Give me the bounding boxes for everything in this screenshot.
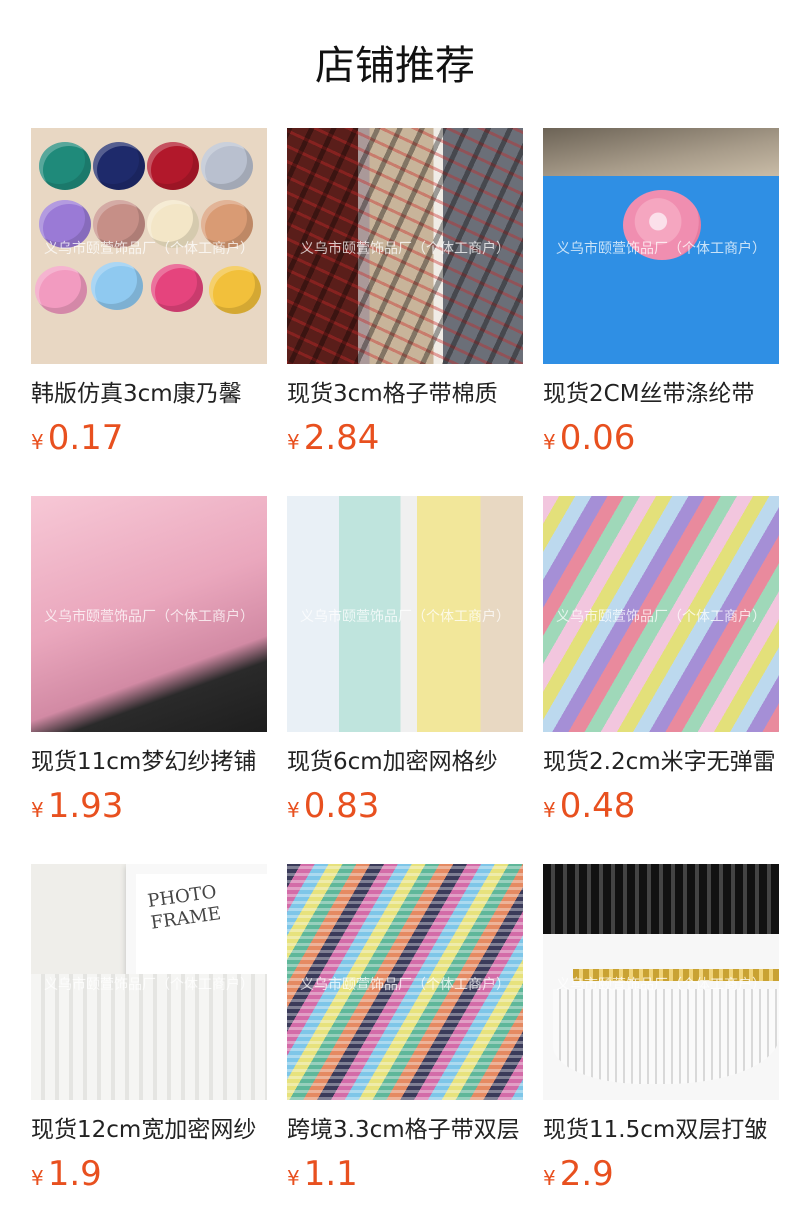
pink-ribbon-rose-image[interactable]: 义乌市颐萱饰品厂（个体工商户） [543,128,779,364]
product-card[interactable]: 义乌市颐萱饰品厂（个体工商户） 韩版仿真3cm康乃馨 ¥0.17 [31,128,267,496]
currency-symbol: ¥ [31,1166,44,1190]
gold-edge-lace-image[interactable]: 义乌市颐萱饰品厂（个体工商户） [543,864,779,1100]
product-price: ¥2.9 [543,1154,614,1194]
product-price: ¥2.84 [287,418,379,458]
currency-symbol: ¥ [543,1166,556,1190]
price-value: 0.83 [303,786,380,826]
ribbon-roses-image[interactable]: 义乌市颐萱饰品厂（个体工商户） [31,128,267,364]
price-value: 1.9 [47,1154,102,1194]
watermark-text: 义乌市颐萱饰品厂（个体工商户） [44,609,254,625]
watermark-text: 义乌市颐萱饰品厂（个体工商户） [556,977,766,993]
plaid-lace-trim-image[interactable]: 义乌市颐萱饰品厂（个体工商户） [287,128,523,364]
product-grid: 义乌市颐萱饰品厂（个体工商户） 韩版仿真3cm康乃馨 ¥0.17 义乌市颐萱饰品… [31,128,779,1208]
product-name[interactable]: 现货11.5cm双层打皱 [543,1114,779,1146]
section-title: 店铺推荐 [315,43,475,89]
pink-tulle-ruffle-image[interactable]: 义乌市颐萱饰品厂（个体工商户） [31,496,267,732]
product-name[interactable]: 现货2CM丝带涤纶带 [543,378,779,410]
product-name[interactable]: 韩版仿真3cm康乃馨 [31,378,267,410]
watermark-text: 义乌市颐萱饰品厂（个体工商户） [300,609,510,625]
product-name[interactable]: 现货3cm格子带棉质 [287,378,523,410]
mesh-tulle-trim-image[interactable]: 义乌市颐萱饰品厂（个体工商户） [287,496,523,732]
product-price: ¥1.1 [287,1154,358,1194]
currency-symbol: ¥ [543,798,556,822]
product-price: ¥0.83 [287,786,379,826]
white-mesh-ruffle-image[interactable]: PHOTO FRAME 义乌市颐萱饰品厂（个体工商户） [31,864,267,1100]
black-lace-decor [543,864,779,934]
price-value: 2.9 [559,1154,614,1194]
product-name[interactable]: 现货12cm宽加密网纱 [31,1114,267,1146]
watermark-text: 义乌市颐萱饰品厂（个体工商户） [556,609,766,625]
product-card[interactable]: 义乌市颐萱饰品厂（个体工商户） 现货3cm格子带棉质 ¥2.84 [287,128,523,496]
product-card[interactable]: 义乌市颐萱饰品厂（个体工商户） 现货11cm梦幻纱拷铺 ¥1.93 [31,496,267,864]
product-card[interactable]: 义乌市颐萱饰品厂（个体工商户） 现货2CM丝带涤纶带 ¥0.06 [543,128,779,496]
product-card[interactable]: 义乌市颐萱饰品厂（个体工商户） 跨境3.3cm格子带双层 ¥1.1 [287,864,523,1232]
product-card[interactable]: 义乌市颐萱饰品厂（个体工商户） 现货6cm加密网格纱 ¥0.83 [287,496,523,864]
product-price: ¥1.93 [31,786,123,826]
product-card[interactable]: PHOTO FRAME 义乌市颐萱饰品厂（个体工商户） 现货12cm宽加密网纱 ¥… [31,864,267,1232]
currency-symbol: ¥ [287,798,300,822]
currency-symbol: ¥ [287,1166,300,1190]
product-name[interactable]: 现货6cm加密网格纱 [287,746,523,778]
product-name[interactable]: 现货11cm梦幻纱拷铺 [31,746,267,778]
price-value: 0.17 [47,418,124,458]
price-value: 1.93 [47,786,124,826]
currency-symbol: ¥ [31,430,44,454]
price-value: 2.84 [303,418,380,458]
watermark-text: 义乌市颐萱饰品厂（个体工商户） [44,241,254,257]
watermark-text: 义乌市颐萱饰品厂（个体工商户） [300,241,510,257]
currency-symbol: ¥ [287,430,300,454]
product-price: ¥0.48 [543,786,635,826]
pleat-decor [553,989,779,1084]
product-card[interactable]: 义乌市颐萱饰品厂（个体工商户） 现货2.2cm米字无弹雷 ¥0.48 [543,496,779,864]
product-card[interactable]: 义乌市颐萱饰品厂（个体工商户） 现货11.5cm双层打皱 ¥2.9 [543,864,779,1232]
currency-symbol: ¥ [543,430,556,454]
product-price: ¥1.9 [31,1154,102,1194]
product-price: ¥0.06 [543,418,635,458]
product-name[interactable]: 现货2.2cm米字无弹雷 [543,746,779,778]
gingham-pleated-trim-image[interactable]: 义乌市颐萱饰品厂（个体工商户） [287,864,523,1100]
product-price: ¥0.17 [31,418,123,458]
price-value: 0.06 [559,418,636,458]
watermark-text: 义乌市颐萱饰品厂（个体工商户） [44,977,254,993]
price-value: 1.1 [303,1154,358,1194]
currency-symbol: ¥ [31,798,44,822]
product-name[interactable]: 跨境3.3cm格子带双层 [287,1114,523,1146]
watermark-text: 义乌市颐萱饰品厂（个体工商户） [300,977,510,993]
rainbow-pleated-trim-image[interactable]: 义乌市颐萱饰品厂（个体工商户） [543,496,779,732]
wood-frame-decor [543,128,779,176]
watermark-text: 义乌市颐萱饰品厂（个体工商户） [556,241,766,257]
price-value: 0.48 [559,786,636,826]
